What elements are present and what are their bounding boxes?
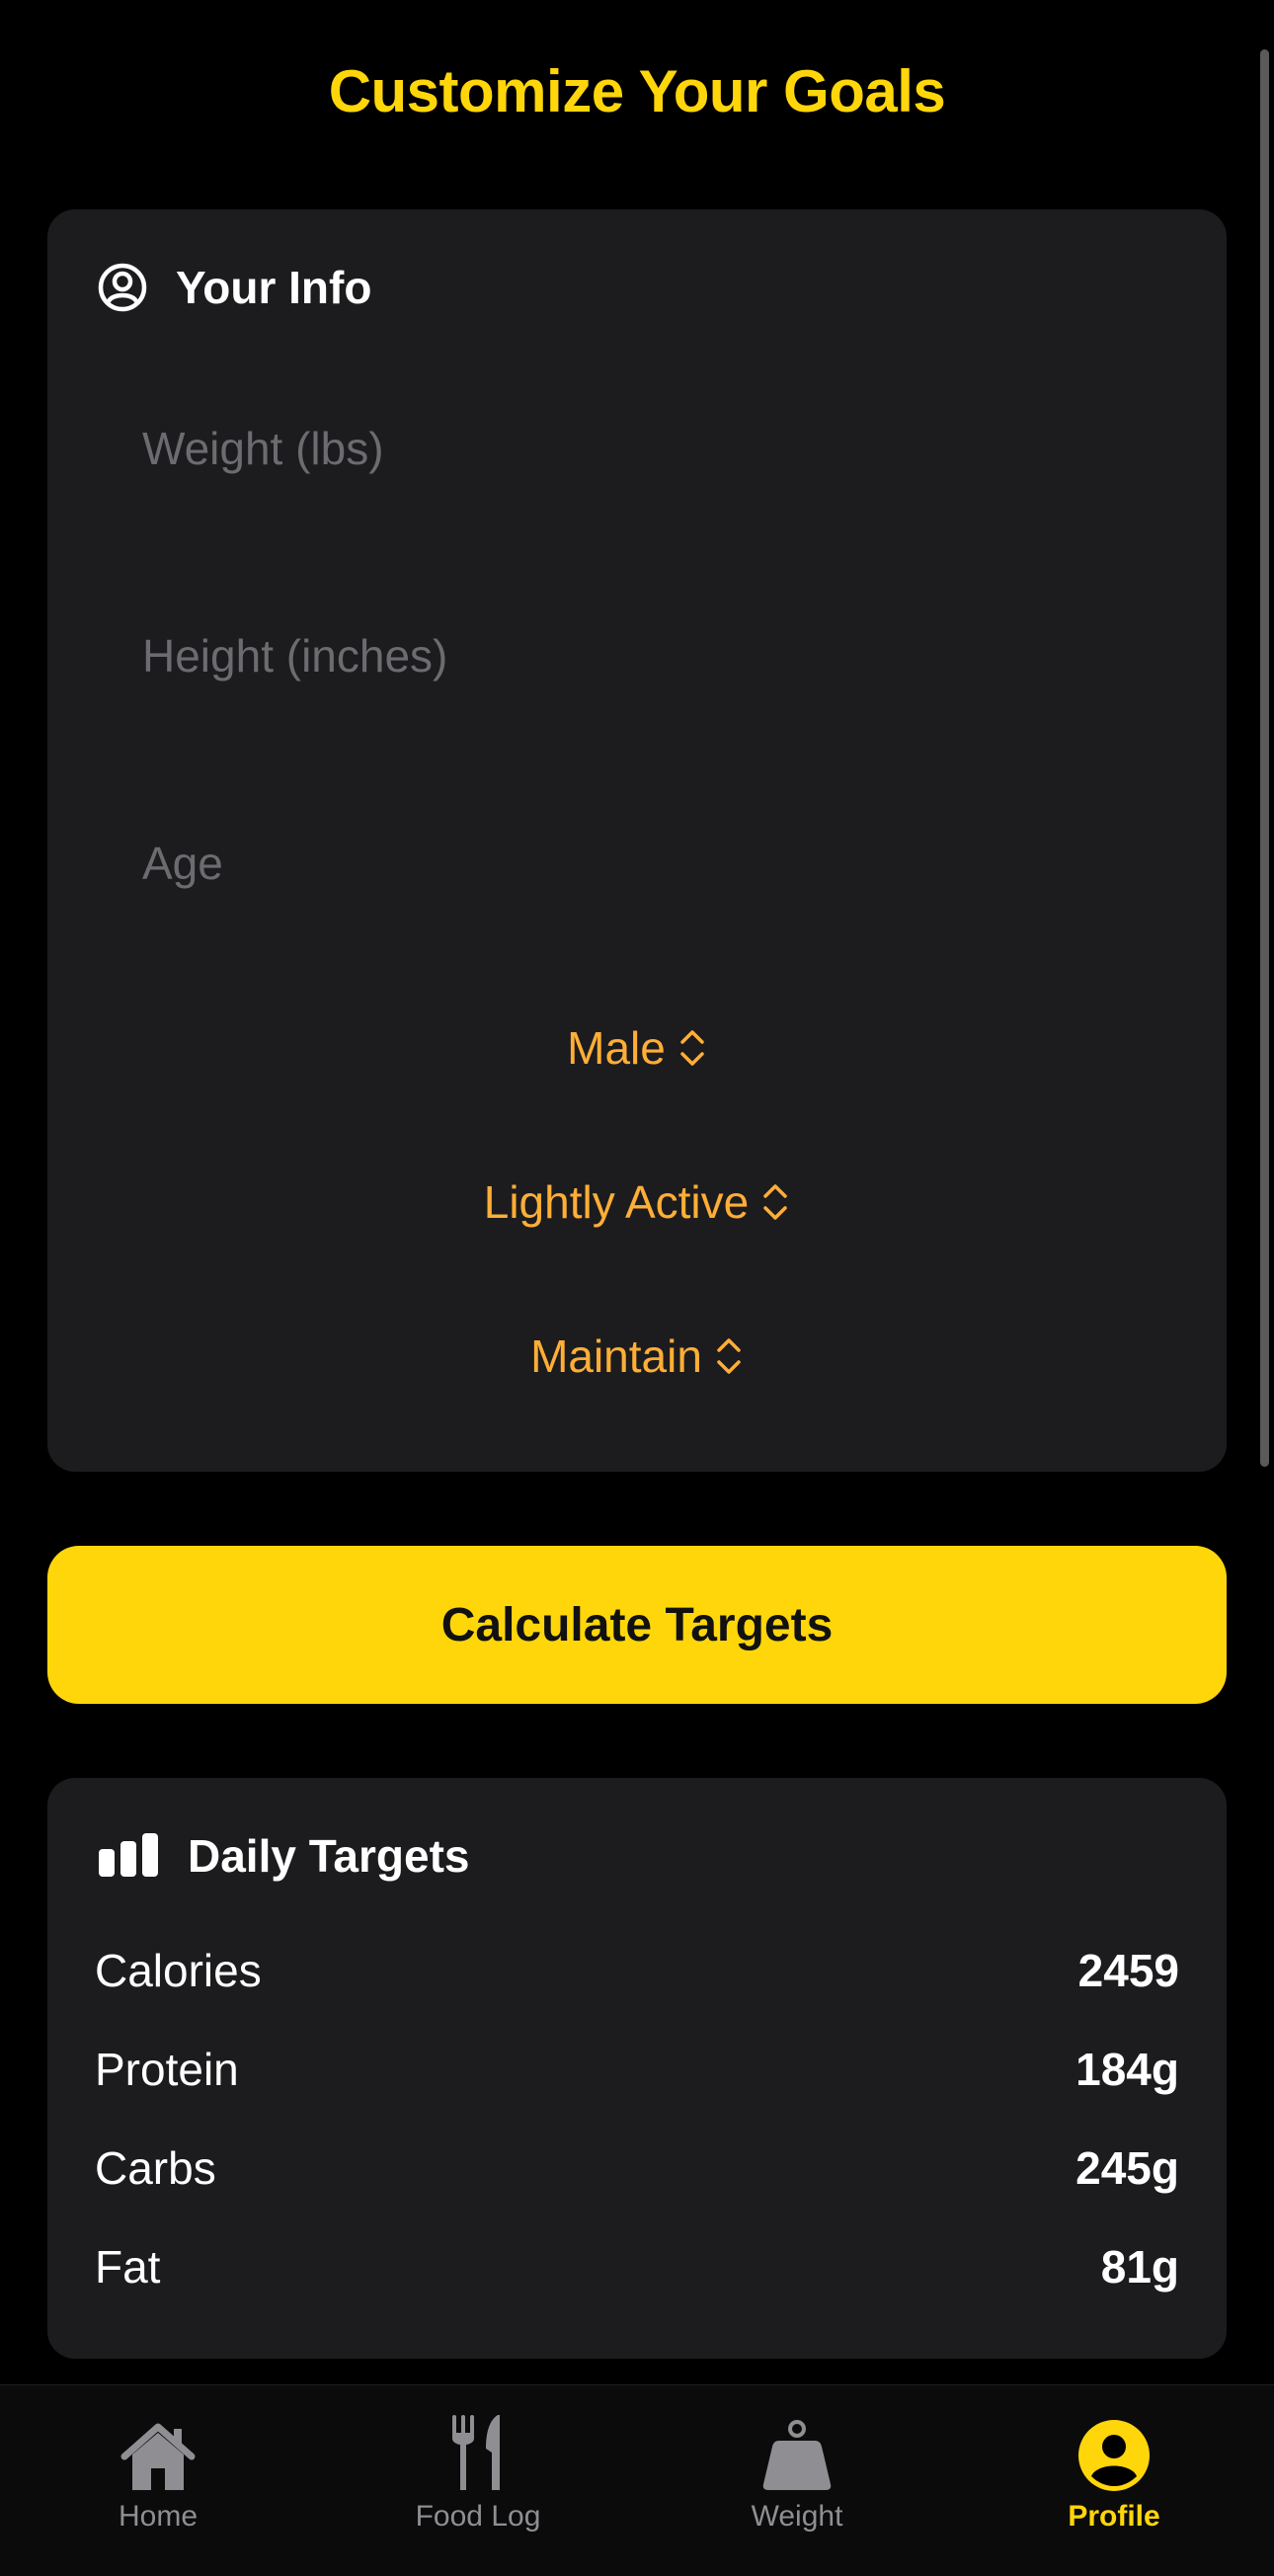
tab-home-label: Home bbox=[118, 2500, 199, 2533]
target-value: 81g bbox=[1100, 2241, 1179, 2293]
sex-picker-value: Male bbox=[567, 1022, 666, 1074]
daily-targets-title: Daily Targets bbox=[188, 1830, 470, 1882]
calculate-targets-button[interactable]: Calculate Targets bbox=[47, 1546, 1227, 1704]
chevron-up-down-icon bbox=[760, 1180, 790, 1224]
your-info-title: Your Info bbox=[176, 262, 372, 313]
activity-picker[interactable]: Lightly Active bbox=[47, 1175, 1227, 1229]
page-title: Customize Your Goals bbox=[328, 58, 946, 124]
height-field[interactable]: Height (inches) bbox=[142, 629, 447, 683]
goal-picker-value: Maintain bbox=[530, 1330, 702, 1382]
activity-picker-value: Lightly Active bbox=[483, 1176, 750, 1228]
scroll-indicator[interactable] bbox=[1260, 49, 1269, 1467]
target-label: Calories bbox=[95, 1945, 262, 1996]
target-label: Fat bbox=[95, 2241, 161, 2293]
tab-food-log-label: Food Log bbox=[415, 2500, 541, 2533]
house-icon bbox=[117, 2403, 199, 2492]
person-circle-icon bbox=[1077, 2403, 1151, 2492]
tab-food-log[interactable]: Food Log bbox=[350, 2403, 606, 2551]
tab-home[interactable]: Home bbox=[30, 2403, 286, 2551]
age-field[interactable]: Age bbox=[142, 837, 223, 890]
scale-weight-icon bbox=[761, 2403, 833, 2492]
tab-weight[interactable]: Weight bbox=[669, 2403, 925, 2551]
target-label: Protein bbox=[95, 2044, 239, 2095]
tab-bar: Home Food Log Weight Profile bbox=[0, 2384, 1274, 2576]
goal-picker[interactable]: Maintain bbox=[47, 1329, 1227, 1383]
sex-picker[interactable]: Male bbox=[47, 1021, 1227, 1075]
target-row-fat: Fat 81g bbox=[95, 2237, 1179, 2296]
chevron-up-down-icon bbox=[714, 1334, 744, 1378]
weight-field[interactable]: Weight (lbs) bbox=[142, 422, 384, 475]
your-info-card: Your Info Weight (lbs) Height (inches) A… bbox=[47, 209, 1227, 1472]
your-info-header: Your Info bbox=[97, 261, 371, 314]
target-value: 184g bbox=[1075, 2044, 1179, 2095]
daily-targets-card: Daily Targets Calories 2459 Protein 184g… bbox=[47, 1778, 1227, 2359]
tab-profile-label: Profile bbox=[1068, 2500, 1160, 2533]
goals-screen: Customize Your Goals Your Info Weight (l… bbox=[0, 0, 1274, 2576]
person-circle-icon bbox=[97, 262, 148, 313]
target-label: Carbs bbox=[95, 2142, 216, 2194]
target-row-protein: Protein 184g bbox=[95, 2040, 1179, 2099]
target-value: 2459 bbox=[1077, 1945, 1179, 1996]
target-row-calories: Calories 2459 bbox=[95, 1941, 1179, 2000]
fork-knife-icon bbox=[448, 2403, 508, 2492]
tab-weight-label: Weight bbox=[751, 2500, 843, 2533]
tab-profile[interactable]: Profile bbox=[986, 2403, 1242, 2551]
daily-targets-header: Daily Targets bbox=[97, 1829, 469, 1883]
chart-bar-icon bbox=[97, 1833, 160, 1879]
target-row-carbs: Carbs 245g bbox=[95, 2138, 1179, 2198]
target-value: 245g bbox=[1075, 2142, 1179, 2194]
chevron-up-down-icon bbox=[677, 1026, 707, 1070]
